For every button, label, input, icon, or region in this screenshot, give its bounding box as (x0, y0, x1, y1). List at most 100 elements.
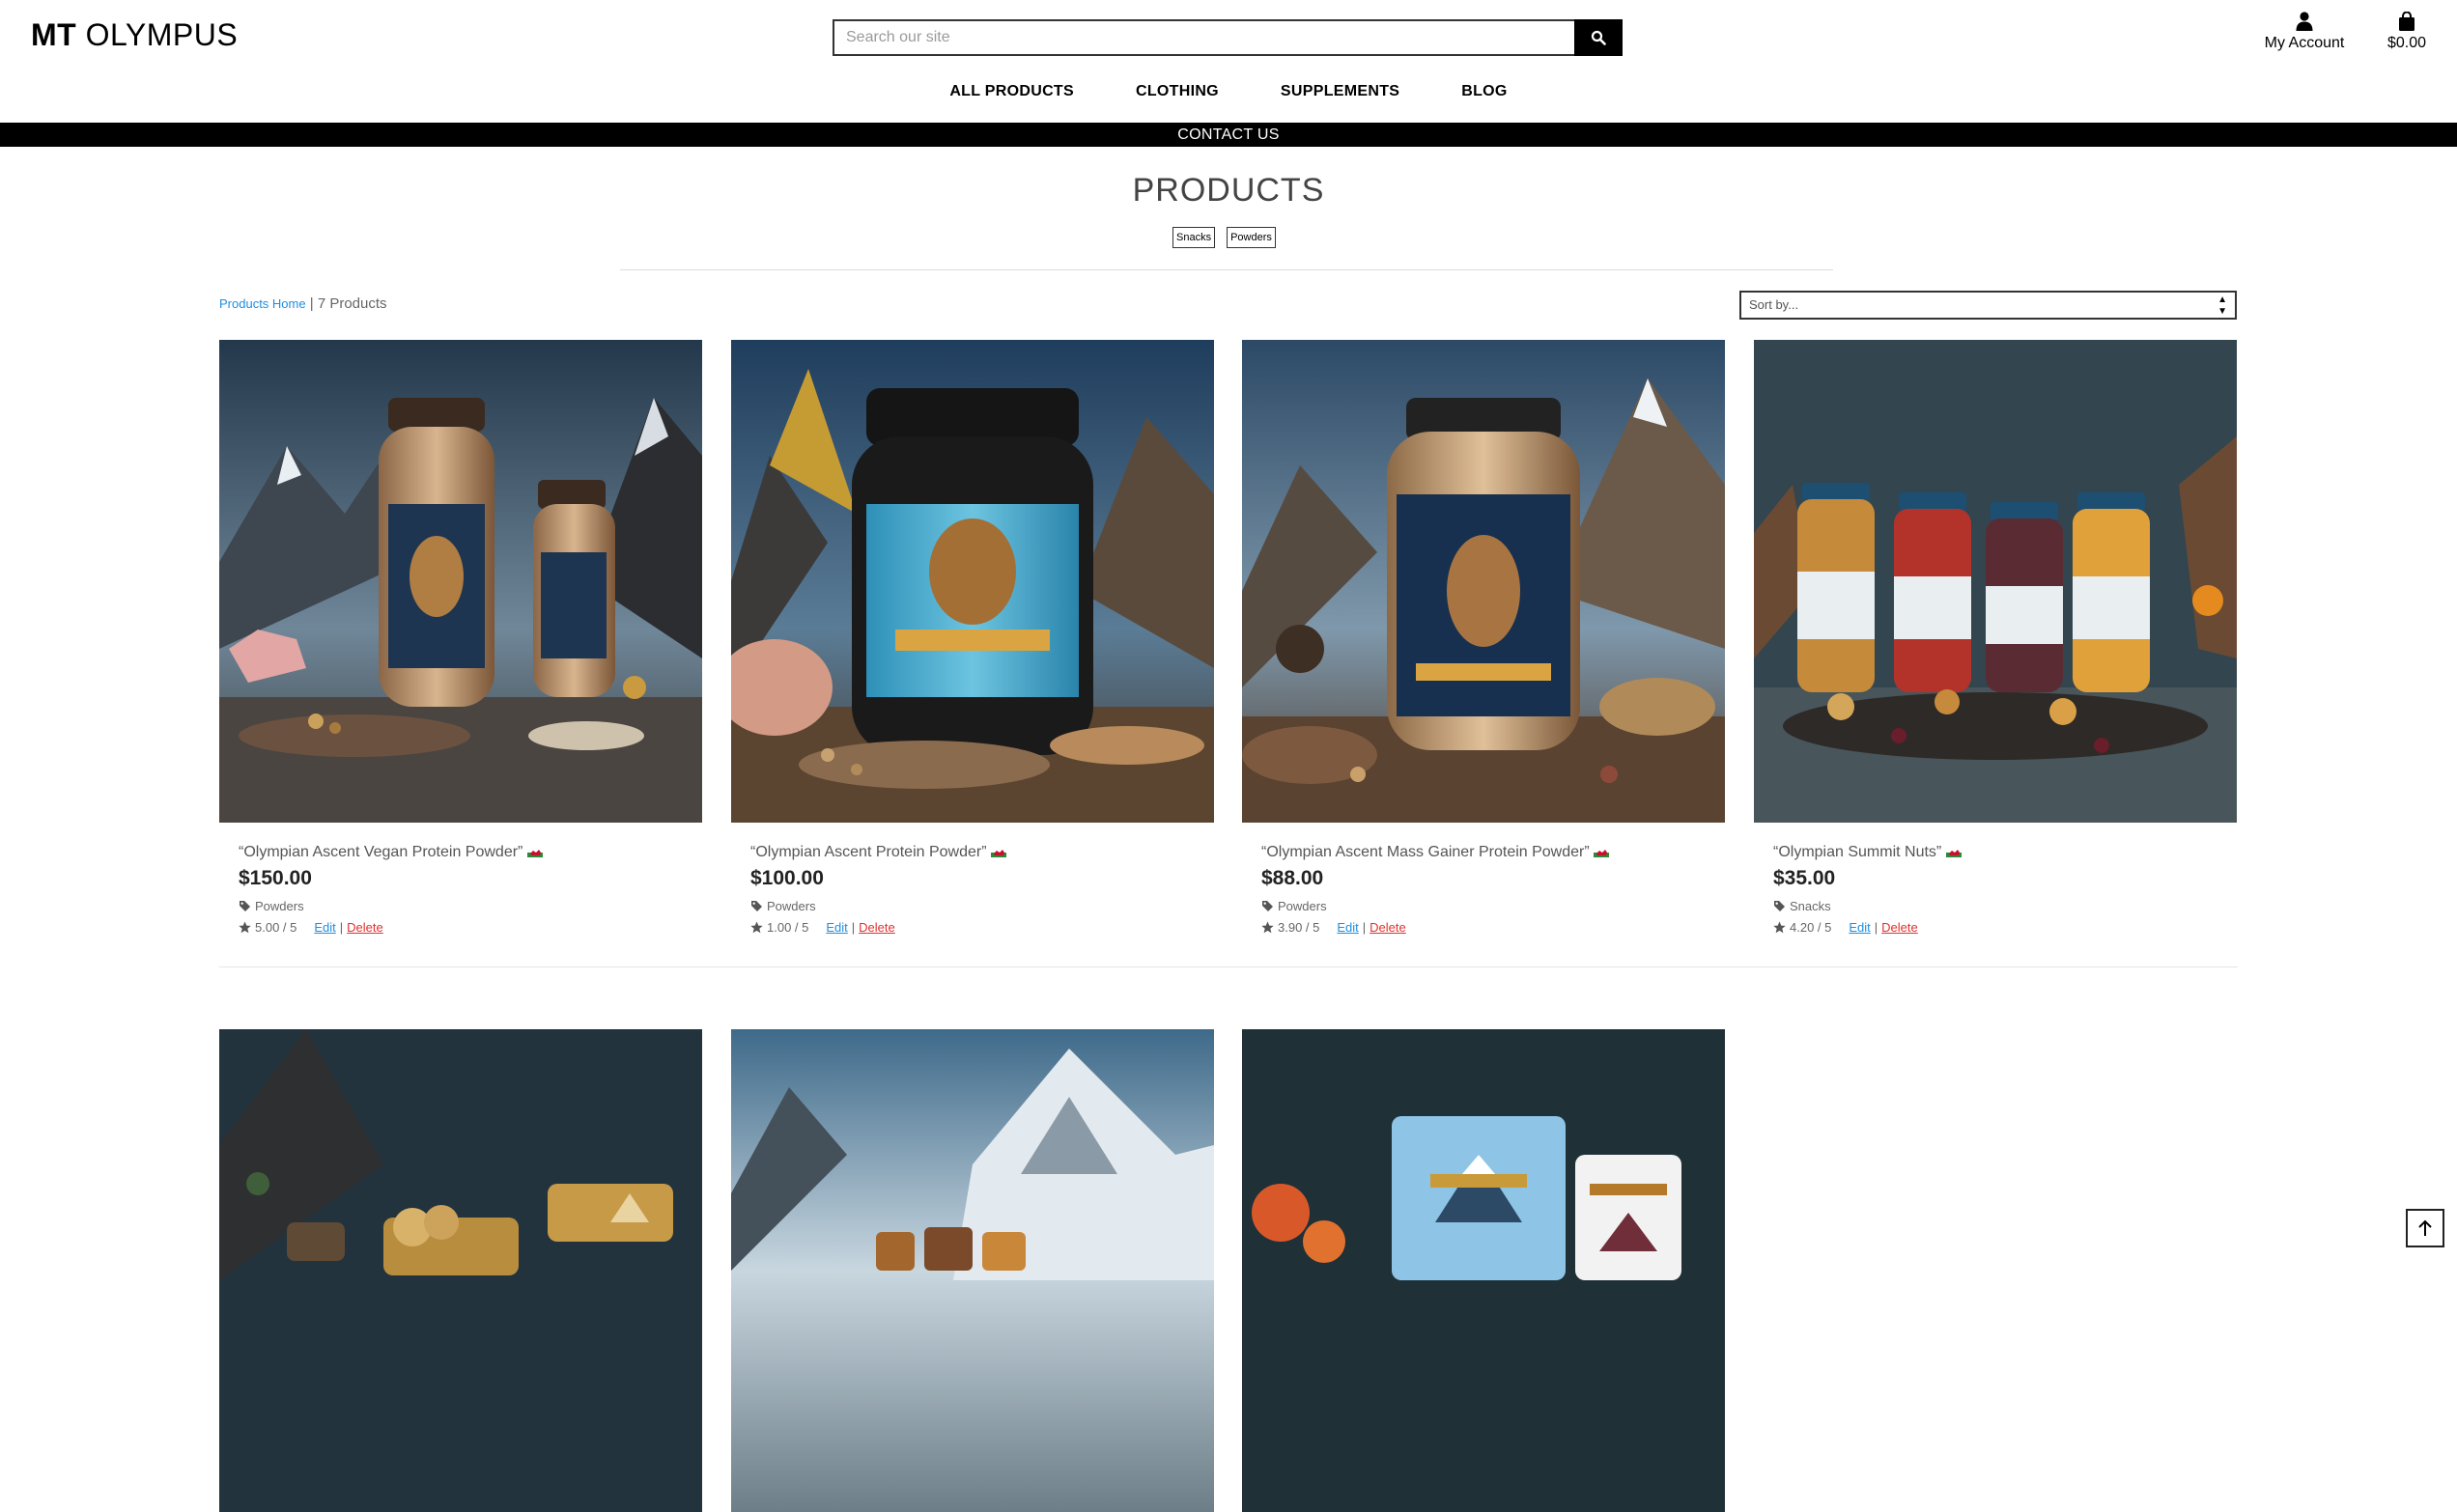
category-filters: Snacks Powders (1170, 224, 1279, 251)
product-image[interactable] (731, 340, 1214, 823)
edit-link[interactable]: Edit (1337, 920, 1358, 935)
product-category[interactable]: Powders (750, 899, 1214, 913)
search-input[interactable] (833, 19, 1574, 56)
row-divider (219, 966, 2238, 967)
breadcrumb: Products Home | 7 Products (219, 295, 387, 312)
contact-us-bar[interactable]: CONTACT US (0, 123, 2457, 147)
logo-bold: MT (31, 17, 77, 52)
product-name[interactable]: “Olympian Ascent Mass Gainer Protein Pow… (1261, 844, 1725, 861)
product-card (219, 1029, 702, 1512)
tag-icon (240, 901, 250, 911)
product-name[interactable]: “Olympian Ascent Protein Powder” (750, 844, 1214, 861)
cart-link[interactable]: $0.00 (2380, 12, 2434, 52)
product-price: $88.00 (1261, 867, 1324, 889)
search-icon (1591, 30, 1606, 45)
nav-clothing[interactable]: CLOTHING (1136, 83, 1219, 100)
my-account-link[interactable]: My Account (2254, 12, 2355, 52)
product-name[interactable]: “Olympian Ascent Vegan Protein Powder” (239, 844, 702, 861)
product-price: $35.00 (1773, 867, 1836, 889)
page-title: PRODUCTS (1132, 172, 1325, 209)
product-category-label: Powders (1278, 899, 1327, 913)
product-info: “Olympian Ascent Protein Powder” $100.00… (731, 823, 1214, 935)
link-separator: | (851, 920, 856, 935)
product-price: $100.00 (750, 867, 824, 889)
product-info: “Olympian Ascent Vegan Protein Powder” $… (219, 823, 702, 935)
product-meta: 3.90 / 5 Edit | Delete (1261, 920, 1725, 935)
shopping-bag-icon (2399, 12, 2415, 31)
cart-total: $0.00 (2386, 35, 2427, 51)
product-rating: 5.00 / 5 (255, 920, 297, 935)
product-card: “Olympian Summit Nuts” $35.00 Snacks 4.2… (1754, 340, 2237, 935)
product-name-text: “Olympian Ascent Mass Gainer Protein Pow… (1261, 844, 1590, 860)
logo-regular: OLYMPUS (85, 17, 239, 52)
product-card: “Olympian Ascent Mass Gainer Protein Pow… (1242, 340, 1725, 935)
flag-icon (526, 844, 543, 860)
sort-select[interactable]: Sort by... ▲ ▼ (1739, 291, 2237, 320)
product-card (731, 1029, 1214, 1512)
tag-icon (1774, 901, 1785, 911)
delete-link[interactable]: Delete (1370, 920, 1406, 935)
product-image[interactable] (1754, 340, 2237, 823)
tag-icon (751, 901, 762, 911)
star-icon (750, 921, 763, 934)
product-price: $150.00 (239, 867, 312, 889)
filter-powders-button[interactable]: Powders (1224, 224, 1279, 251)
product-image[interactable] (731, 1029, 1214, 1512)
product-image[interactable] (1242, 1029, 1725, 1512)
product-name-text: “Olympian Ascent Protein Powder” (750, 844, 987, 860)
link-separator: | (1362, 920, 1367, 935)
product-image[interactable] (219, 340, 702, 823)
product-meta: 4.20 / 5 Edit | Delete (1773, 920, 2237, 935)
product-image[interactable] (219, 1029, 702, 1512)
products-home-link[interactable]: Products Home (219, 296, 306, 311)
product-count: 7 Products (317, 295, 387, 312)
link-separator: | (339, 920, 344, 935)
product-category-label: Powders (767, 899, 816, 913)
breadcrumb-separator: | (305, 295, 318, 312)
product-category-label: Snacks (1790, 899, 1831, 913)
edit-link[interactable]: Edit (314, 920, 335, 935)
tag-icon (1262, 901, 1273, 911)
nav-blog[interactable]: BLOG (1461, 83, 1507, 100)
product-card: “Olympian Ascent Vegan Protein Powder” $… (219, 340, 702, 935)
flag-icon (1594, 844, 1610, 860)
product-meta: 1.00 / 5 Edit | Delete (750, 920, 1214, 935)
delete-link[interactable]: Delete (1881, 920, 1918, 935)
product-rating: 3.90 / 5 (1278, 920, 1320, 935)
user-icon (2296, 12, 2313, 31)
search-bar (833, 19, 1623, 56)
star-icon (1773, 921, 1786, 934)
product-meta: 5.00 / 5 Edit | Delete (239, 920, 702, 935)
product-info: “Olympian Ascent Mass Gainer Protein Pow… (1242, 823, 1725, 935)
edit-link[interactable]: Edit (1849, 920, 1870, 935)
product-info: “Olympian Summit Nuts” $35.00 Snacks 4.2… (1754, 823, 2237, 935)
delete-link[interactable]: Delete (859, 920, 895, 935)
main-nav: ALL PRODUCTS CLOTHING SUPPLEMENTS BLOG (0, 83, 2457, 100)
product-name[interactable]: “Olympian Summit Nuts” (1773, 844, 2237, 861)
filter-snacks-button[interactable]: Snacks (1170, 224, 1219, 251)
product-rating: 1.00 / 5 (767, 920, 809, 935)
product-image[interactable] (1242, 340, 1725, 823)
sort-arrows-icon: ▲ ▼ (2217, 294, 2227, 317)
flag-icon (991, 844, 1006, 860)
star-icon (239, 921, 251, 934)
flag-icon (1945, 844, 1962, 860)
arrow-up-icon (2418, 1219, 2432, 1236)
my-account-label: My Account (2264, 35, 2345, 51)
product-category-label: Powders (255, 899, 304, 913)
product-rating: 4.20 / 5 (1790, 920, 1832, 935)
product-category[interactable]: Snacks (1773, 899, 2237, 913)
star-icon (1261, 921, 1274, 934)
edit-link[interactable]: Edit (826, 920, 847, 935)
product-category[interactable]: Powders (239, 899, 702, 913)
nav-supplements[interactable]: SUPPLEMENTS (1281, 83, 1399, 100)
back-to-top-button[interactable] (2406, 1209, 2444, 1247)
product-category[interactable]: Powders (1261, 899, 1725, 913)
search-button[interactable] (1574, 19, 1623, 56)
delete-link[interactable]: Delete (347, 920, 383, 935)
nav-all-products[interactable]: ALL PRODUCTS (949, 83, 1074, 100)
product-name-text: “Olympian Summit Nuts” (1773, 844, 1942, 860)
product-card: “Olympian Ascent Protein Powder” $100.00… (731, 340, 1214, 935)
product-name-text: “Olympian Ascent Vegan Protein Powder” (239, 844, 523, 860)
site-logo[interactable]: MT OLYMPUS (31, 17, 238, 53)
